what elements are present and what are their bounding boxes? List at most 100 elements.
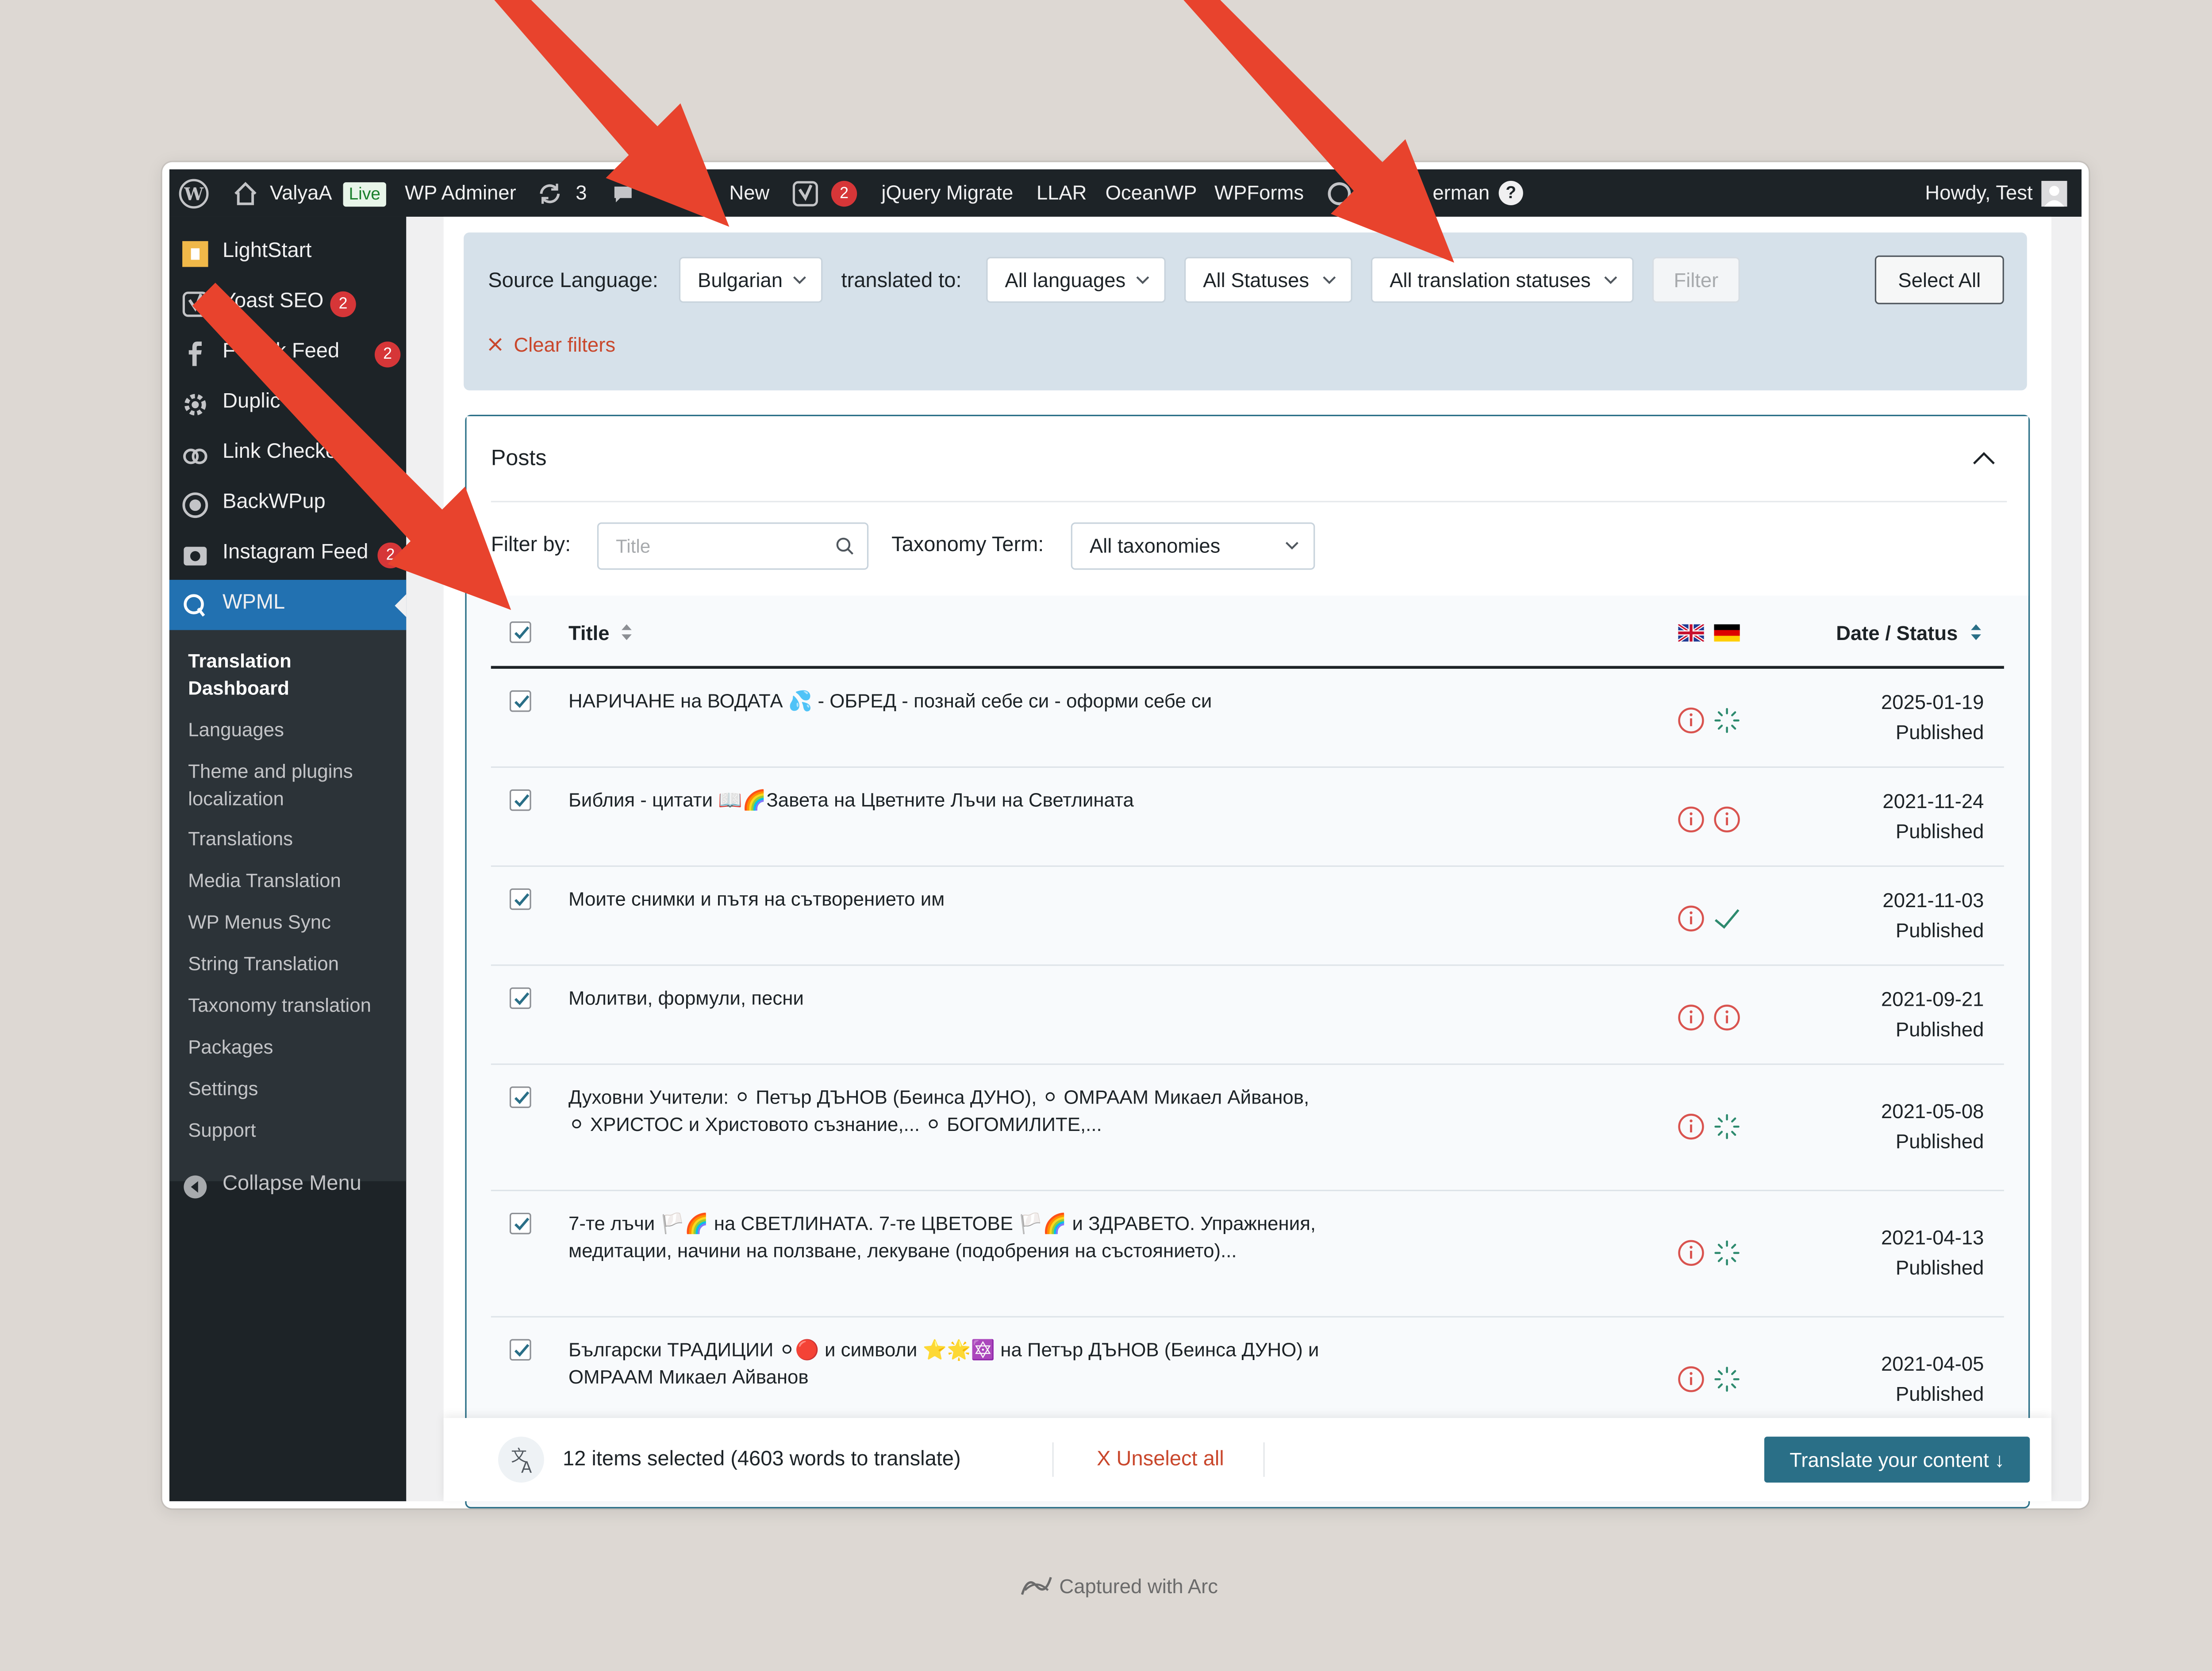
row-checkbox[interactable] — [509, 1086, 531, 1108]
sidebar-item-backwpup[interactable]: BackWPup — [169, 479, 406, 530]
row-checkbox[interactable] — [509, 987, 531, 1009]
post-date: 2021-11-03 — [1882, 888, 1984, 912]
sidebar-item-yoast-seo[interactable]: Yoast SEO 2 — [169, 279, 406, 329]
post-title-line-1[interactable]: Моите снимки и пътя на сътворението им — [568, 885, 945, 913]
post-title-line-1[interactable]: Молитви, формули, песни — [568, 985, 804, 1012]
submenu-settings[interactable]: Settings — [188, 1075, 258, 1102]
translate-content-button[interactable]: Translate your content ↓ — [1764, 1437, 2030, 1483]
complete-check-icon[interactable] — [1713, 904, 1741, 933]
submenu-theme-plugins-localization[interactable]: Theme and plugins localization — [188, 758, 389, 812]
sidebar-item-instagram-feed[interactable]: Instagram Feed 2 — [169, 529, 406, 580]
submenu-taxonomy-translation[interactable]: Taxonomy translation — [188, 992, 371, 1019]
submenu-translation-dashboard[interactable]: Translation Dashboard — [188, 647, 389, 701]
oceanwp-link[interactable]: OceanWP — [1106, 169, 1197, 217]
english-flag-icon — [1677, 623, 1705, 648]
llar-link[interactable]: LLAR — [1037, 169, 1087, 217]
needs-update-icon[interactable] — [1713, 1003, 1741, 1032]
table-row[interactable]: Духовни Учители: ⚪ Петър ДЪНОВ (Беинса Д… — [491, 1065, 2004, 1192]
facebook-icon — [181, 340, 210, 369]
in-progress-icon[interactable] — [1713, 1365, 1741, 1394]
submenu-string-translation[interactable]: String Translation — [188, 950, 339, 977]
row-checkbox[interactable] — [509, 789, 531, 811]
row-checkbox[interactable] — [509, 1339, 531, 1361]
needs-update-icon[interactable] — [1677, 805, 1705, 834]
row-checkbox[interactable] — [509, 1212, 531, 1234]
post-title-line-2[interactable]: ⚪ ХРИСТОС и Христовото съзнание,... ⚪ БО… — [568, 1111, 1102, 1138]
site-name-link[interactable]: ValyaA — [270, 169, 332, 217]
post-title-line-1[interactable]: НАРИЧАНЕ на ВОДАТА 💦 - ОБРЕД - познай се… — [568, 687, 1212, 715]
sidebar-item-label: Yoast SEO — [222, 290, 324, 313]
language-switcher[interactable]: erman — [1432, 169, 1490, 217]
table-row[interactable]: НАРИЧАНЕ на ВОДАТА 💦 - ОБРЕД - познай се… — [491, 669, 2004, 768]
table-row[interactable]: Моите снимки и пътя на сътворението им 20… — [491, 866, 2004, 966]
translation-status-select[interactable]: All translation statuses — [1371, 257, 1634, 303]
posts-header[interactable]: Posts — [466, 416, 2029, 502]
in-progress-icon[interactable] — [1713, 1238, 1741, 1267]
collapse-menu-button[interactable]: Collapse Menu — [169, 1161, 406, 1211]
post-title-line-1[interactable]: Български ТРАДИЦИИ ⚪🔴 и символи ⭐🌟🔯 на П… — [568, 1336, 1319, 1364]
sidebar-item-wpml[interactable]: WPML — [169, 579, 407, 630]
submenu-media-translation[interactable]: Media Translation — [188, 867, 341, 894]
translate-icon: 文A — [498, 1437, 544, 1483]
title-column-header[interactable]: Title — [568, 621, 634, 644]
source-language-label: Source Language: — [488, 270, 658, 293]
sidebar-item-duplicator-pro[interactable]: Duplic r Pro — [169, 379, 406, 429]
jquery-migrate-link[interactable]: jQuery Migrate — [881, 169, 1013, 217]
chevron-up-icon[interactable] — [1972, 449, 1995, 467]
title-search-input[interactable]: Title — [597, 522, 869, 570]
filter-button[interactable]: Filter — [1652, 257, 1740, 303]
post-title-line-2[interactable]: медитации, начини на ползване, лекуване … — [568, 1237, 1237, 1265]
needs-update-icon[interactable] — [1677, 706, 1705, 735]
post-date: 2021-11-24 — [1882, 789, 1984, 813]
target-language-select[interactable]: All languages — [986, 257, 1166, 303]
post-title-line-1[interactable]: Библия - цитати 📖🌈Завета на Цветните Лъч… — [568, 786, 1134, 814]
wpforms-link[interactable]: WPForms — [1214, 169, 1304, 217]
updates-count[interactable]: 3 — [576, 169, 587, 217]
row-checkbox[interactable] — [509, 690, 531, 712]
clear-filters-link[interactable]: Clear filters — [488, 333, 615, 356]
needs-update-icon[interactable] — [1677, 1365, 1705, 1394]
in-progress-icon[interactable] — [1713, 1112, 1741, 1141]
needs-update-icon[interactable] — [1713, 805, 1741, 834]
needs-update-icon[interactable] — [1677, 904, 1705, 933]
row-checkbox[interactable] — [509, 888, 531, 910]
sidebar-item-label: F book Feed — [222, 340, 340, 363]
table-row[interactable]: Библия - цитати 📖🌈Завета на Цветните Лъч… — [491, 768, 2004, 867]
needs-update-icon[interactable] — [1677, 1238, 1705, 1267]
post-title-line-1[interactable]: Духовни Учители: ⚪ Петър ДЪНОВ (Беинса Д… — [568, 1084, 1309, 1111]
home-icon[interactable] — [233, 169, 258, 217]
taxonomy-select[interactable]: All taxonomies — [1071, 522, 1315, 570]
submenu-support[interactable]: Support — [188, 1117, 256, 1144]
wpml-adminbar-icon[interactable] — [1326, 169, 1352, 217]
help-icon[interactable]: ? — [1498, 180, 1523, 206]
in-progress-icon[interactable] — [1713, 706, 1741, 735]
submenu-translations[interactable]: Translations — [188, 825, 293, 853]
sidebar-item-lightstart[interactable]: LightStart — [169, 228, 406, 279]
post-title-line-1[interactable]: 7-те лъчи 🏳️🌈 на СВЕТЛИНАТА. 7-те ЦВЕТОВ… — [568, 1210, 1316, 1237]
table-row[interactable]: 7-те лъчи 🏳️🌈 на СВЕТЛИНАТА. 7-те ЦВЕТОВ… — [491, 1191, 2004, 1318]
select-all-button[interactable]: Select All — [1874, 255, 2004, 304]
submenu-languages[interactable]: Languages — [188, 716, 284, 744]
select-all-checkbox[interactable] — [509, 621, 531, 643]
status-select[interactable]: All Statuses — [1184, 257, 1352, 303]
updates-icon[interactable] — [537, 169, 563, 217]
wp-adminer-link[interactable]: WP Adminer — [405, 169, 516, 217]
new-content-link[interactable]: New — [729, 169, 769, 217]
sidebar-item-facebook-feed[interactable]: F book Feed 2 — [169, 329, 406, 379]
comments-icon[interactable] — [611, 169, 634, 217]
howdy-link[interactable]: Howdy, Test — [1925, 169, 2032, 217]
date-status-column-header[interactable]: Date / Status — [1836, 621, 1982, 644]
sidebar-item-link-checker[interactable]: Link Checke — [169, 429, 406, 479]
source-language-value: Bulgarian — [698, 268, 783, 291]
unselect-all-link[interactable]: X Unselect all — [1097, 1448, 1224, 1471]
submenu-wp-menus-sync[interactable]: WP Menus Sync — [188, 908, 331, 936]
avatar[interactable] — [2041, 169, 2067, 217]
source-language-select[interactable]: Bulgarian — [679, 257, 823, 303]
table-row[interactable]: Молитви, формули, песни 2021-09-21 Publish… — [491, 966, 2004, 1065]
post-title-line-2[interactable]: ОМРААМ Микаел Айванов — [568, 1364, 809, 1391]
yoast-adminbar-icon[interactable] — [792, 169, 818, 217]
needs-update-icon[interactable] — [1677, 1003, 1705, 1032]
wordpress-logo-icon[interactable]: W — [178, 169, 209, 217]
needs-update-icon[interactable] — [1677, 1112, 1705, 1141]
submenu-packages[interactable]: Packages — [188, 1033, 273, 1061]
